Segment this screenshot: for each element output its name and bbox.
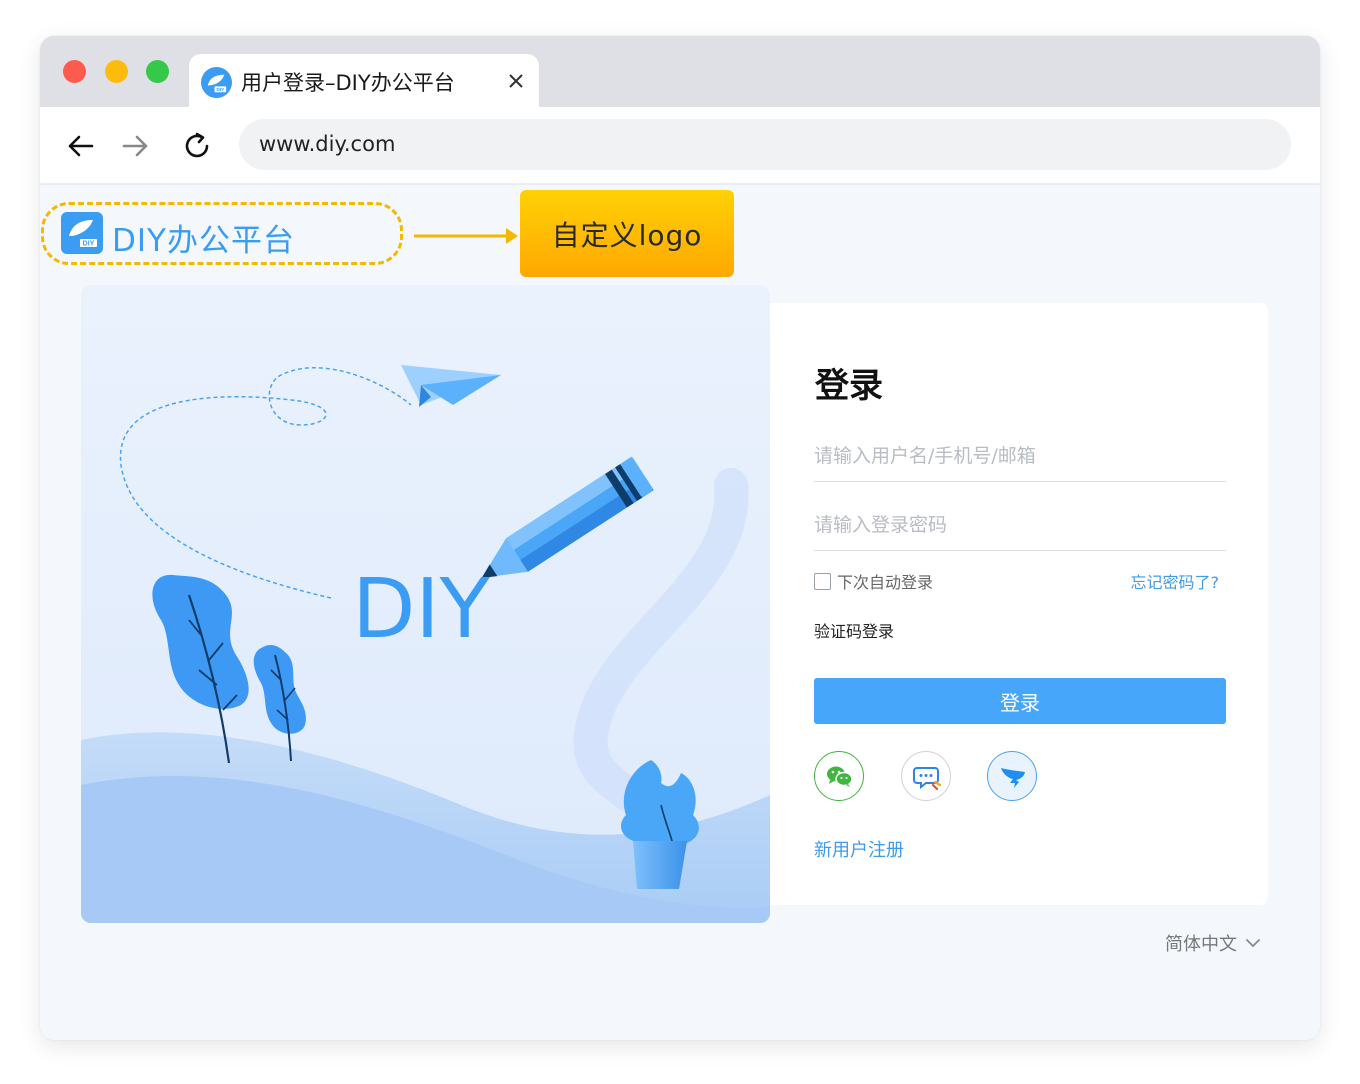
- remember-me[interactable]: 下次自动登录: [814, 569, 933, 593]
- close-tab-icon[interactable]: [505, 70, 527, 92]
- custom-logo-callout: 自定义logo: [520, 190, 734, 277]
- remember-checkbox[interactable]: [814, 572, 831, 590]
- wechat-icon: [827, 766, 853, 787]
- tab-title: 用户登录–DIY办公平台: [241, 71, 455, 95]
- username-input[interactable]: [814, 431, 1226, 481]
- browser-window: DIY 用户登录–DIY办公平台 www.diy.com DIY DIY办公平台…: [40, 36, 1320, 1040]
- wechat-login-button[interactable]: [814, 751, 864, 801]
- remember-label: 下次自动登录: [837, 573, 934, 592]
- login-title: 登录: [815, 366, 883, 406]
- illustration-diy-text: DIY: [352, 562, 490, 657]
- back-arrow-icon[interactable]: [64, 129, 98, 163]
- diy-logo-icon: DIY: [61, 212, 103, 254]
- login-button-label: 登录: [1000, 690, 1040, 715]
- logo-text: DIY办公平台: [112, 223, 295, 259]
- chat-icon: [913, 767, 942, 791]
- svg-text:DIY: DIY: [83, 241, 95, 248]
- chat-login-button[interactable]: [901, 751, 951, 801]
- dingtalk-login-button[interactable]: [987, 751, 1037, 801]
- reload-icon[interactable]: [180, 129, 214, 163]
- browser-tab[interactable]: DIY 用户登录–DIY办公平台: [189, 54, 539, 107]
- password-field: [814, 500, 1226, 551]
- site-favicon-icon: DIY: [201, 67, 232, 98]
- callout-arrow-icon: [414, 228, 518, 244]
- browser-toolbar: www.diy.com: [40, 107, 1320, 185]
- username-field: [814, 431, 1226, 482]
- minimize-window-button[interactable]: [105, 60, 128, 83]
- language-selector[interactable]: 简体中文: [1165, 930, 1261, 956]
- callout-label: 自定义logo: [551, 218, 703, 252]
- forgot-password-link[interactable]: 忘记密码了?: [1131, 569, 1220, 593]
- password-input[interactable]: [814, 500, 1226, 550]
- close-window-button[interactable]: [63, 60, 86, 83]
- url-text: www.diy.com: [259, 132, 396, 156]
- chevron-down-icon: [1246, 939, 1260, 948]
- maximize-window-button[interactable]: [146, 60, 169, 83]
- tab-bar: DIY 用户登录–DIY办公平台: [40, 36, 1320, 107]
- login-card: 登录 下次自动登录 忘记密码了? 验证码登录 登录: [770, 303, 1268, 905]
- language-label: 简体中文: [1165, 934, 1237, 955]
- code-login-link[interactable]: 验证码登录: [814, 618, 894, 642]
- svg-text:DIY: DIY: [216, 87, 225, 93]
- register-link[interactable]: 新用户注册: [814, 836, 904, 862]
- forward-arrow-icon[interactable]: [118, 129, 152, 163]
- login-button[interactable]: 登录: [814, 678, 1226, 724]
- dingtalk-icon: [1001, 768, 1025, 788]
- address-bar[interactable]: www.diy.com: [239, 119, 1291, 170]
- login-illustration: DIY: [81, 285, 770, 923]
